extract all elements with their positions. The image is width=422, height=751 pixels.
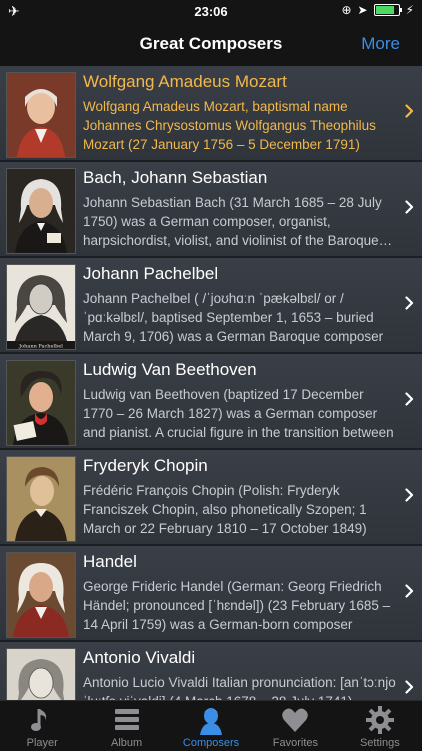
composer-name: Antonio Vivaldi	[83, 648, 196, 667]
composer-name: Johann Pachelbel	[83, 264, 219, 283]
tab-album[interactable]: Album	[84, 701, 168, 751]
portrait-bach-image	[6, 168, 76, 254]
page-title: Great Composers	[139, 34, 283, 53]
tab-label: Favorites	[272, 737, 319, 749]
more-button[interactable]: More	[361, 34, 400, 54]
tab-bar: Player Album Composers Favorites Settings	[0, 700, 422, 751]
composer-row[interactable]: Handel George Frideric Handel (German: Ge…	[0, 546, 422, 642]
composer-bust-icon	[196, 705, 226, 735]
composer-row[interactable]: Wolfgang Amadeus Mozart Wolfgang Amadeus …	[0, 66, 422, 162]
composer-row[interactable]: Bach, Johann Sebastian Johann Sebastian B…	[0, 162, 422, 258]
tab-label: Settings	[359, 737, 400, 749]
chevron-right-icon	[405, 200, 414, 214]
charging-icon: ⚡	[405, 3, 414, 17]
composer-row[interactable]: Ludwig Van Beethoven Ludwig van Beethoven…	[0, 354, 422, 450]
heart-icon	[280, 705, 310, 735]
composer-description: Frédéric François Chopin (Polish: Fryder…	[83, 483, 367, 536]
battery-icon	[373, 4, 402, 16]
portrait-vivaldi-image	[6, 648, 76, 700]
tab-favorites[interactable]: Favorites	[253, 701, 337, 751]
composer-name: Fryderyk Chopin	[83, 456, 208, 475]
composer-name: Ludwig Van Beethoven	[83, 360, 257, 379]
tab-settings[interactable]: Settings	[338, 701, 422, 751]
gear-icon	[365, 705, 395, 735]
tab-player[interactable]: Player	[0, 701, 84, 751]
svg-text:Johann Pachelbel: Johann Pachelbel	[18, 344, 63, 350]
chevron-right-icon	[405, 584, 414, 598]
tab-label: Album	[111, 737, 143, 749]
tab-label: Composers	[182, 737, 240, 749]
portrait-chopin-image	[6, 456, 76, 542]
composer-description: George Frideric Handel (German: Georg Fr…	[83, 579, 391, 632]
composer-row[interactable]: Fryderyk Chopin Frédéric François Chopin …	[0, 450, 422, 546]
portrait-handel-image	[6, 552, 76, 638]
status-icons: ⊕ ➤ ⚡	[341, 3, 414, 17]
chevron-right-icon	[405, 296, 414, 310]
list-icon	[112, 705, 142, 735]
chevron-right-icon	[405, 392, 414, 406]
composer-row[interactable]: Antonio Vivaldi Antonio Lucio Vivaldi Ita…	[0, 642, 422, 700]
status-bar: ✈ 23:06 ⊕ ➤ ⚡	[0, 0, 422, 22]
tab-label: Player	[26, 737, 58, 749]
portrait-pachelbel-image: Johann Pachelbel	[6, 264, 76, 350]
composer-name: Handel	[83, 552, 137, 571]
tab-composers[interactable]: Composers	[169, 701, 253, 751]
location-icon: ➤	[357, 3, 368, 17]
composer-description: Johann Sebastian Bach (31 March 1685 – 2…	[83, 195, 382, 248]
composer-description: Antonio Lucio Vivaldi Italian pronunciat…	[83, 675, 396, 700]
chevron-right-icon	[405, 104, 414, 118]
composer-description: Ludwig van Beethoven (baptized 17 Decemb…	[83, 387, 394, 440]
composer-name: Bach, Johann Sebastian	[83, 168, 268, 187]
composer-name: Wolfgang Amadeus Mozart	[83, 72, 287, 91]
chevron-right-icon	[405, 680, 414, 694]
navigation-bar: Great Composers More	[0, 22, 422, 67]
composer-description: Wolfgang Amadeus Mozart, baptismal name …	[83, 99, 376, 152]
orientation-lock-icon: ⊕	[341, 3, 352, 17]
portrait-beethoven-image	[6, 360, 76, 446]
composer-list[interactable]: Wolfgang Amadeus Mozart Wolfgang Amadeus …	[0, 66, 422, 700]
music-note-icon	[27, 705, 57, 735]
portrait-mozart-image	[6, 72, 76, 158]
composer-description: Johann Pachelbel ( /ˈjoʊhɑːn ˈpækəlbɛl/ …	[83, 291, 384, 344]
composer-row[interactable]: Johann Pachelbel Johann Pachelbel Johann P…	[0, 258, 422, 354]
chevron-right-icon	[405, 488, 414, 502]
